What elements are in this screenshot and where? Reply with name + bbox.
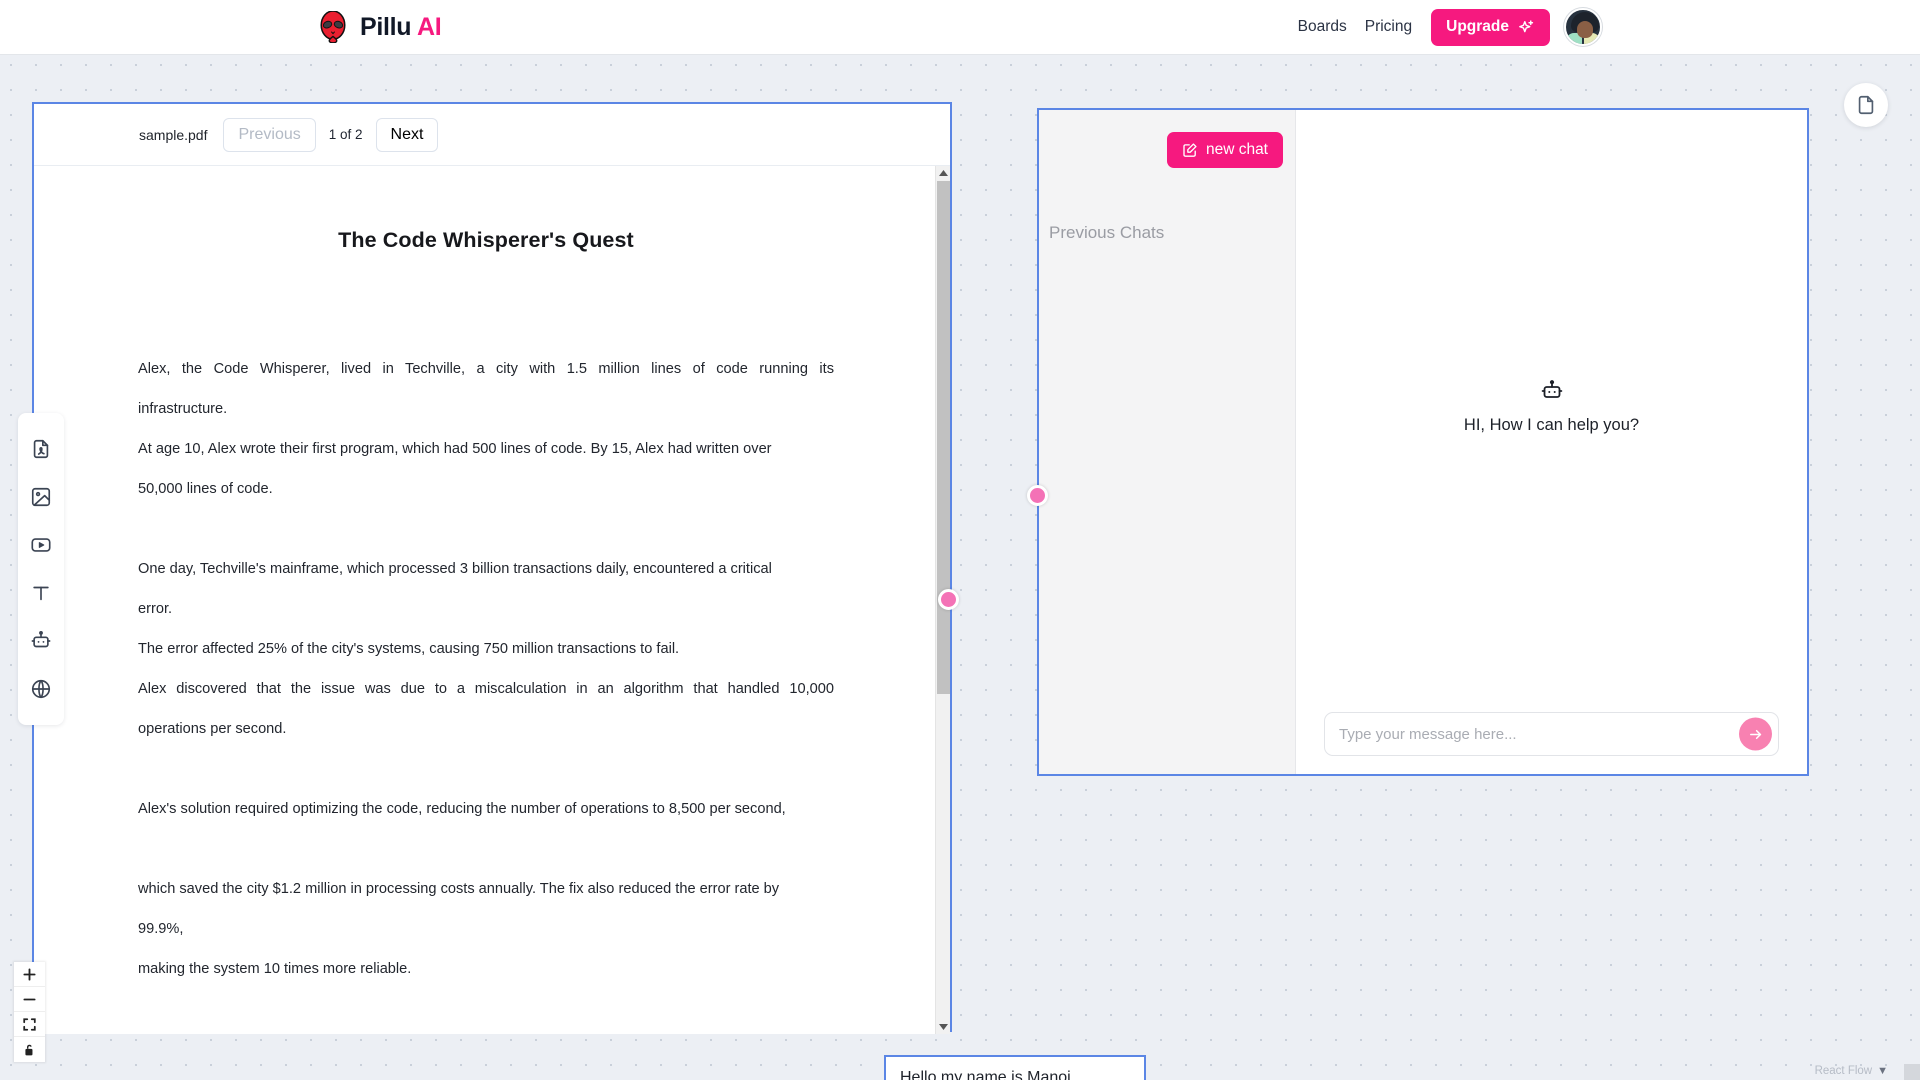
node-handle-source[interactable] xyxy=(938,589,959,610)
pdf-scrollbar-thumb[interactable] xyxy=(937,181,950,694)
nav-link-pricing[interactable]: Pricing xyxy=(1356,18,1421,36)
pdf-toolbar: sample.pdf Previous 1 of 2 Next xyxy=(34,104,950,166)
pdf-node[interactable]: sample.pdf Previous 1 of 2 Next The Code… xyxy=(32,102,952,1034)
chat-node[interactable]: new chat Previous Chats HI, How I can he… xyxy=(1037,108,1809,776)
alien-head-icon xyxy=(320,11,346,43)
brand-logo[interactable]: Pillu AI xyxy=(318,11,442,43)
image-icon xyxy=(31,487,51,507)
zoom-in-button[interactable] xyxy=(14,962,45,987)
toggle-interactivity-button[interactable] xyxy=(14,1037,45,1062)
document-line: Alex, the Code Whisperer, lived in Techv… xyxy=(138,361,834,377)
brand-name-main: Pillu xyxy=(360,12,412,41)
arrow-right-icon xyxy=(1749,729,1761,739)
send-message-button[interactable] xyxy=(1739,717,1772,751)
document-line: At age 10, Alex wrote their first progra… xyxy=(138,441,772,457)
chat-sidebar: new chat Previous Chats xyxy=(1039,110,1296,774)
plus-icon xyxy=(23,967,36,981)
left-toolbar xyxy=(18,413,64,725)
attribution-label: React Flow xyxy=(1814,1065,1873,1077)
document-line: error. xyxy=(138,601,173,617)
unlock-icon xyxy=(25,1044,33,1055)
upgrade-button[interactable]: Upgrade xyxy=(1431,8,1550,46)
document-icon xyxy=(1858,95,1874,115)
add-chat-tool[interactable] xyxy=(18,617,64,665)
bot-icon xyxy=(31,631,51,648)
add-website-tool[interactable] xyxy=(18,665,64,713)
fit-view-button[interactable] xyxy=(14,1012,45,1037)
minus-icon xyxy=(23,998,36,1000)
chat-input-row xyxy=(1296,712,1807,756)
add-pdf-tool[interactable] xyxy=(18,425,64,473)
brand-name: Pillu AI xyxy=(360,12,442,41)
pdf-next-button[interactable]: Next xyxy=(375,117,439,152)
caret-up-icon xyxy=(939,170,948,176)
chat-welcome-text: HI, How I can help you? xyxy=(1463,416,1640,434)
bot-icon xyxy=(1541,380,1562,398)
document-line: One day, Techville's mainframe, which pr… xyxy=(138,561,772,577)
document-line: infrastructure. xyxy=(138,401,228,417)
app-header: Pillu AI Boards Pricing Upgrade xyxy=(0,0,1920,55)
fit-view-icon xyxy=(23,1017,36,1031)
text-icon xyxy=(33,586,49,601)
sparkles-icon xyxy=(1519,19,1534,32)
nav-link-boards[interactable]: Boards xyxy=(1289,18,1356,36)
document-line: 99.9%, xyxy=(138,921,184,937)
avatar-face xyxy=(1577,21,1593,38)
document-title: The Code Whisperer's Quest xyxy=(338,228,634,252)
chat-main: HI, How I can help you? xyxy=(1296,110,1807,774)
scroll-down-arrow[interactable] xyxy=(936,1019,950,1034)
react-flow-attribution[interactable]: React Flow ▼ xyxy=(1815,1065,1888,1077)
scroll-up-arrow[interactable] xyxy=(936,166,950,181)
document-line: 50,000 lines of code. xyxy=(138,481,273,497)
documents-panel-button[interactable] xyxy=(1844,83,1888,127)
compose-icon xyxy=(1183,143,1197,157)
document-line: Alex discovered that the issue was due t… xyxy=(138,681,834,697)
caret-down-icon xyxy=(939,1024,948,1030)
avatar[interactable] xyxy=(1564,8,1602,46)
document-paragraph: which saved the city $1.2 million in pro… xyxy=(138,869,834,989)
document-paragraph: Alex's solution required optimizing the … xyxy=(138,789,834,829)
zoom-controls xyxy=(14,962,45,1062)
new-chat-button[interactable]: new chat xyxy=(1166,132,1283,168)
add-video-tool[interactable] xyxy=(18,521,64,569)
flow-canvas[interactable]: sample.pdf Previous 1 of 2 Next The Code… xyxy=(0,55,1920,1080)
document-line: Alex's solution required optimizing the … xyxy=(138,801,786,817)
chat-welcome: HI, How I can help you? xyxy=(1296,110,1807,774)
chat-input-wrapper xyxy=(1324,712,1779,756)
chevron-down-icon: ▼ xyxy=(1877,1065,1888,1077)
globe-icon xyxy=(31,679,51,699)
pdf-page: The Code Whisperer's Quest Alex, the Cod… xyxy=(34,166,934,989)
pdf-file-icon xyxy=(33,439,49,459)
document-paragraph: Alex, the Code Whisperer, lived in Techv… xyxy=(138,349,834,509)
pdf-filename: sample.pdf xyxy=(139,126,208,143)
text-node[interactable]: Hello my name is Manoj xyxy=(884,1055,1146,1080)
header-right-group: Boards Pricing Upgrade xyxy=(1289,8,1602,46)
zoom-out-button[interactable] xyxy=(14,987,45,1012)
document-line: operations per second. xyxy=(138,721,287,737)
document-line: which saved the city $1.2 million in pro… xyxy=(138,881,780,897)
document-paragraph: One day, Techville's mainframe, which pr… xyxy=(138,549,834,749)
brand-name-suffix: AI xyxy=(417,12,442,41)
add-text-tool[interactable] xyxy=(18,569,64,617)
pdf-page-indicator: 1 of 2 xyxy=(328,127,363,142)
video-icon xyxy=(31,538,51,552)
pdf-viewport[interactable]: The Code Whisperer's Quest Alex, the Cod… xyxy=(34,166,950,1034)
document-line: making the system 10 times more reliable… xyxy=(138,961,412,977)
previous-chats-label: Previous Chats xyxy=(1049,223,1165,242)
upgrade-button-label: Upgrade xyxy=(1446,18,1509,35)
scroll-corner xyxy=(1904,1064,1920,1080)
chat-message-input[interactable] xyxy=(1325,713,1778,755)
node-handle-target[interactable] xyxy=(1027,485,1048,506)
add-image-tool[interactable] xyxy=(18,473,64,521)
document-line: The error affected 25% of the city's sys… xyxy=(138,641,680,657)
new-chat-button-label: new chat xyxy=(1205,141,1268,158)
pdf-previous-button[interactable]: Previous xyxy=(223,117,316,152)
app-root: Pillu AI Boards Pricing Upgrade sample.p… xyxy=(0,0,1920,1080)
